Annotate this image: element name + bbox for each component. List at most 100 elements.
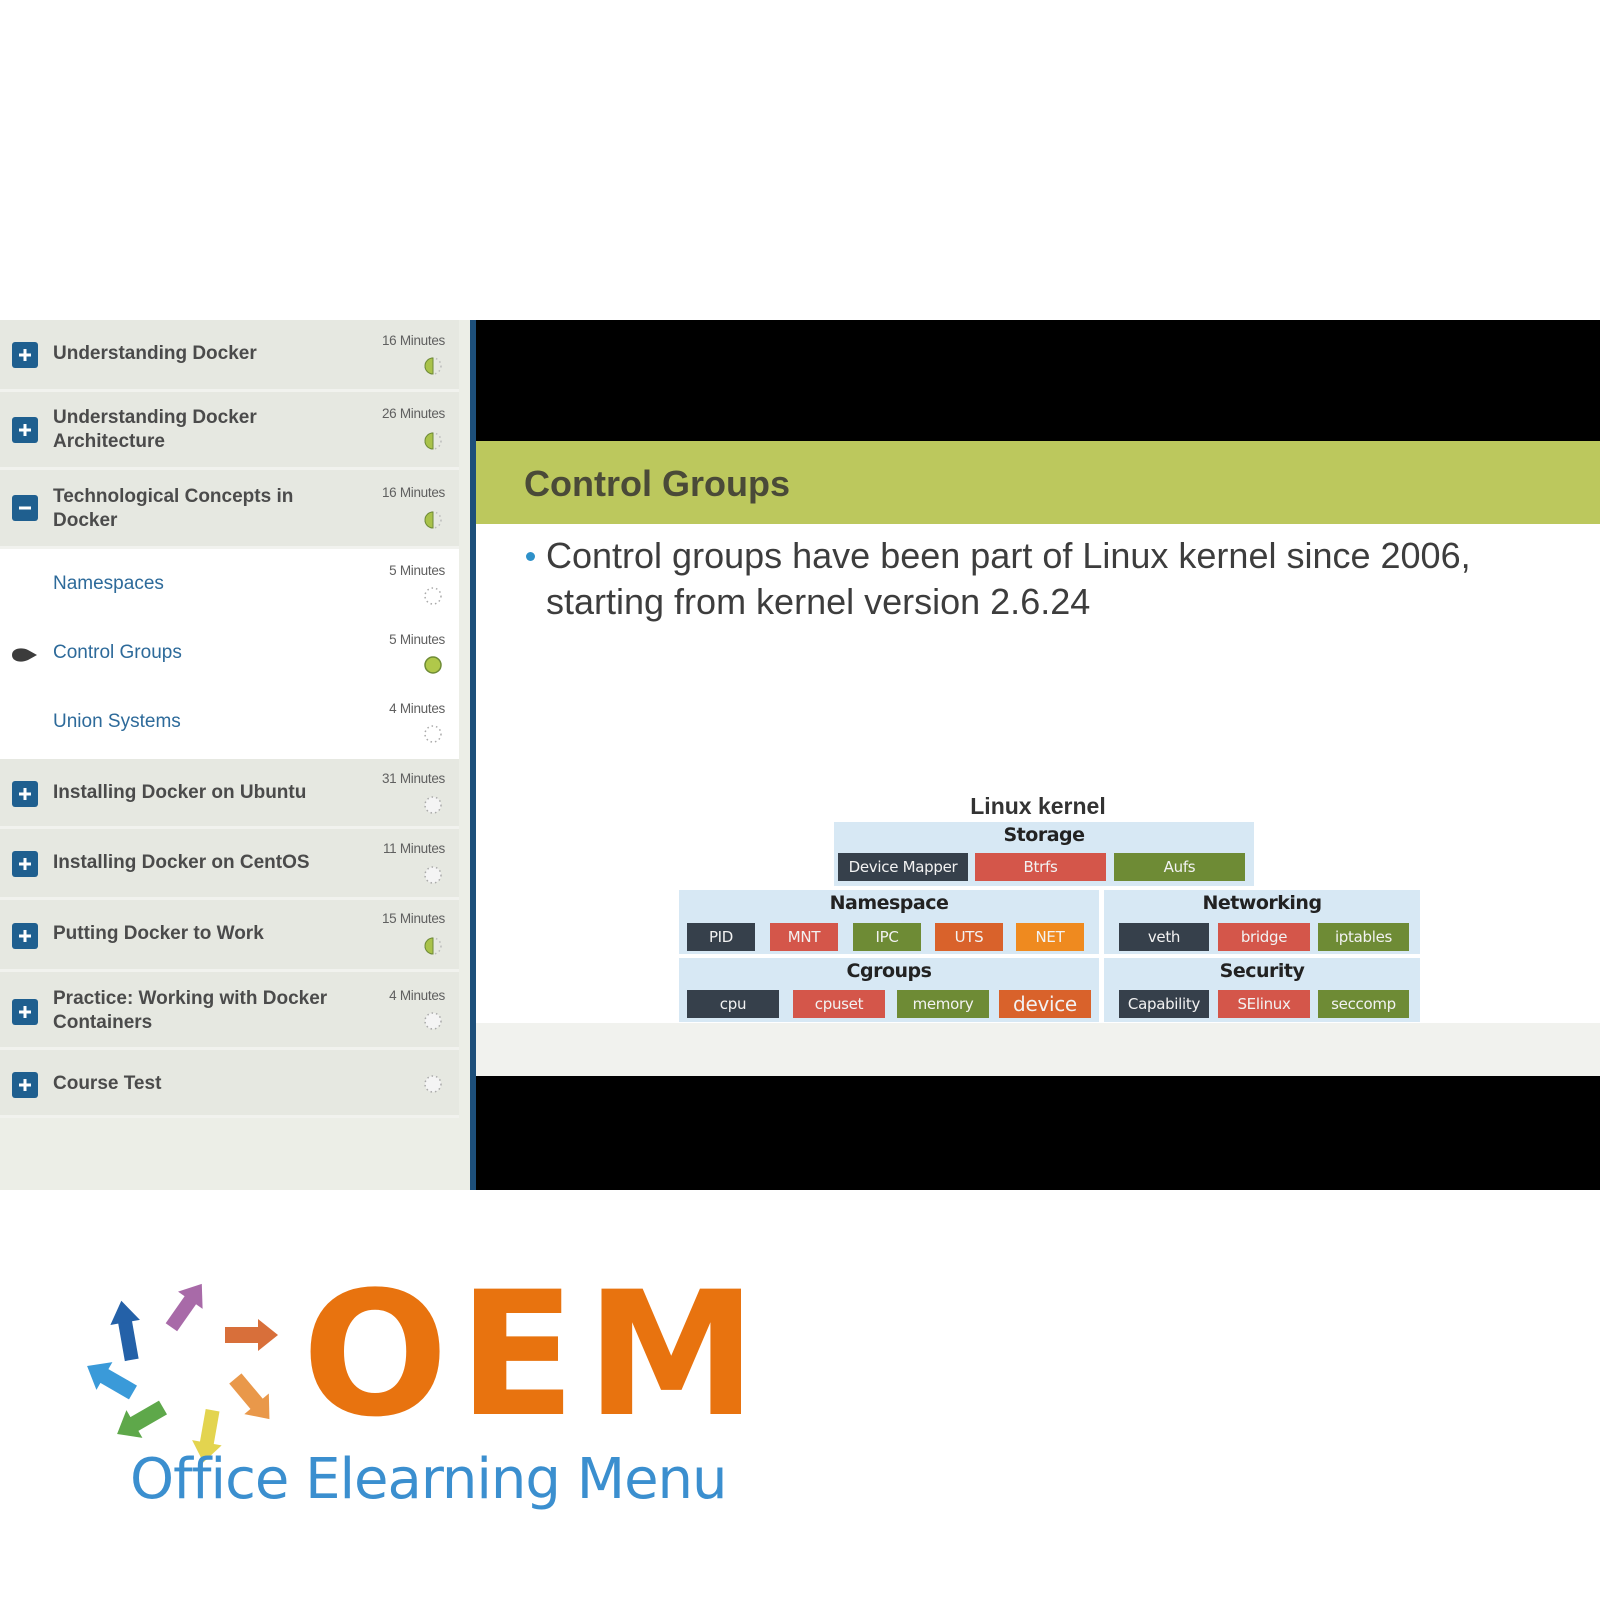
module-title: Practice: Working with Docker Containers bbox=[53, 988, 328, 1033]
progress-partial-icon bbox=[424, 432, 442, 450]
lesson-duration: 5 Minutes bbox=[389, 563, 445, 578]
diagram-box: UTS bbox=[935, 923, 1003, 951]
diagram-title: Linux kernel bbox=[970, 793, 1106, 819]
progress-complete-icon bbox=[424, 656, 442, 674]
diagram-box: Device Mapper bbox=[838, 853, 968, 881]
module-duration: 16 Minutes bbox=[381, 485, 445, 500]
module-item[interactable]: Understanding Docker 16 Minutes bbox=[0, 320, 459, 392]
lesson-title[interactable]: Control Groups bbox=[53, 642, 182, 664]
lesson-duration: 4 Minutes bbox=[389, 701, 445, 716]
logo-tagline: Office Elearning Menu bbox=[130, 1447, 728, 1512]
module-item[interactable]: Installing Docker on CentOS 11 Minutes bbox=[0, 829, 459, 900]
module-item[interactable]: Putting Docker to Work 15 Minutes bbox=[0, 900, 459, 972]
diagram-box: memory bbox=[897, 990, 989, 1018]
module-item[interactable]: Understanding Docker Architecture 26 Min… bbox=[0, 392, 459, 470]
group-label: Storage bbox=[1003, 824, 1086, 846]
diagram-box: device bbox=[999, 990, 1091, 1018]
module-title: Technological Concepts in Docker bbox=[53, 486, 294, 531]
diagram-box: IPC bbox=[853, 923, 921, 951]
expand-button[interactable] bbox=[12, 417, 38, 443]
module-duration: 16 Minutes bbox=[381, 333, 445, 348]
progress-empty-icon bbox=[424, 725, 442, 743]
module-title: Understanding Docker Architecture bbox=[53, 407, 257, 452]
bullet-icon bbox=[526, 552, 535, 561]
expand-button[interactable] bbox=[12, 999, 38, 1025]
bullet-text: Control groups have been part of Linux k… bbox=[546, 535, 1471, 622]
progress-empty-icon bbox=[424, 1012, 442, 1030]
slide-bullet: Control groups have been part of Linux k… bbox=[526, 533, 1566, 625]
module-item[interactable]: Practice: Working with Docker Containers… bbox=[0, 972, 459, 1050]
slide-footer bbox=[476, 1023, 1600, 1076]
module-duration: 4 Minutes bbox=[389, 988, 445, 1003]
progress-partial-icon bbox=[424, 357, 442, 375]
plus-icon bbox=[19, 424, 31, 436]
diagram-box: cpu bbox=[687, 990, 779, 1018]
lesson-item-current[interactable]: Control Groups 5 Minutes bbox=[0, 619, 459, 689]
plus-icon bbox=[19, 1079, 31, 1091]
progress-partial-icon bbox=[424, 937, 442, 955]
plus-icon bbox=[19, 1006, 31, 1018]
collapse-button[interactable] bbox=[12, 495, 38, 521]
expand-button[interactable] bbox=[12, 851, 38, 877]
module-duration: 26 Minutes bbox=[381, 406, 445, 421]
lesson-title[interactable]: Union Systems bbox=[53, 711, 181, 733]
progress-empty-icon bbox=[424, 587, 442, 605]
diagram-box: PID bbox=[687, 923, 755, 951]
lesson-title[interactable]: Namespaces bbox=[53, 573, 164, 595]
module-duration: 31 Minutes bbox=[381, 771, 445, 786]
module-item[interactable]: Course Test bbox=[0, 1050, 459, 1118]
group-label: Networking bbox=[1202, 892, 1322, 914]
diagram-box: Capability bbox=[1119, 990, 1209, 1018]
slide-header: Control Groups bbox=[476, 441, 1600, 524]
plus-icon bbox=[19, 349, 31, 361]
plus-icon bbox=[19, 930, 31, 942]
expand-button[interactable] bbox=[12, 1072, 38, 1098]
expand-button[interactable] bbox=[12, 781, 38, 807]
diagram-group-storage: Storage Device Mapper Btrfs Aufs bbox=[834, 822, 1254, 886]
module-title: Installing Docker on CentOS bbox=[53, 852, 310, 873]
progress-empty-icon bbox=[424, 796, 442, 814]
oem-logo: OEM Office Elearning Menu bbox=[80, 1265, 757, 1545]
lesson-item[interactable]: Union Systems 4 Minutes bbox=[0, 689, 459, 759]
diagram-box: cpuset bbox=[793, 990, 885, 1018]
module-title: Understanding Docker bbox=[53, 343, 257, 364]
diagram-box: seccomp bbox=[1318, 990, 1409, 1018]
module-duration: 11 Minutes bbox=[382, 841, 445, 856]
expand-button[interactable] bbox=[12, 923, 38, 949]
diagram-box: iptables bbox=[1318, 923, 1409, 951]
course-outline-sidebar: Understanding Docker 16 Minutes Understa… bbox=[0, 320, 474, 1190]
lesson-item[interactable]: Namespaces 5 Minutes bbox=[0, 549, 459, 619]
group-label: Security bbox=[1219, 960, 1305, 982]
diagram-box: Aufs bbox=[1114, 853, 1245, 881]
diagram-box: Btrfs bbox=[975, 853, 1106, 881]
diagram-box: bridge bbox=[1218, 923, 1310, 951]
slide-content: Control Groups Control groups have been … bbox=[476, 441, 1600, 1076]
module-duration: 15 Minutes bbox=[381, 911, 445, 926]
group-label: Namespace bbox=[829, 892, 949, 914]
diagram-group-security: Security Capability SElinux seccomp bbox=[1104, 958, 1420, 1022]
module-title: Putting Docker to Work bbox=[53, 923, 264, 944]
plus-icon bbox=[19, 788, 31, 800]
minus-icon bbox=[19, 506, 31, 510]
progress-empty-icon bbox=[424, 866, 442, 884]
diagram-group-namespace: Namespace PID MNT IPC UTS NET bbox=[679, 890, 1099, 954]
module-title: Installing Docker on Ubuntu bbox=[53, 782, 307, 803]
current-lesson-marker-icon bbox=[12, 648, 37, 662]
module-title: Course Test bbox=[53, 1073, 162, 1094]
progress-partial-icon bbox=[424, 511, 442, 529]
arrows-circle-icon bbox=[87, 1283, 278, 1463]
module-item[interactable]: Installing Docker on Ubuntu 31 Minutes bbox=[0, 759, 459, 829]
plus-icon bbox=[19, 858, 31, 870]
group-label: Cgroups bbox=[846, 960, 932, 982]
logo-mark: OEM bbox=[302, 1254, 767, 1455]
diagram-box: veth bbox=[1119, 923, 1209, 951]
diagram-box: SElinux bbox=[1218, 990, 1310, 1018]
lesson-duration: 5 Minutes bbox=[389, 632, 445, 647]
diagram-group-networking: Networking veth bridge iptables bbox=[1104, 890, 1420, 954]
module-item-expanded[interactable]: Technological Concepts in Docker 16 Minu… bbox=[0, 470, 459, 549]
progress-empty-icon bbox=[424, 1075, 442, 1093]
expand-button[interactable] bbox=[12, 342, 38, 368]
diagram-group-cgroups: Cgroups cpu cpuset memory device bbox=[679, 958, 1099, 1022]
diagram-box: MNT bbox=[770, 923, 838, 951]
slide-title: Control Groups bbox=[524, 463, 790, 504]
